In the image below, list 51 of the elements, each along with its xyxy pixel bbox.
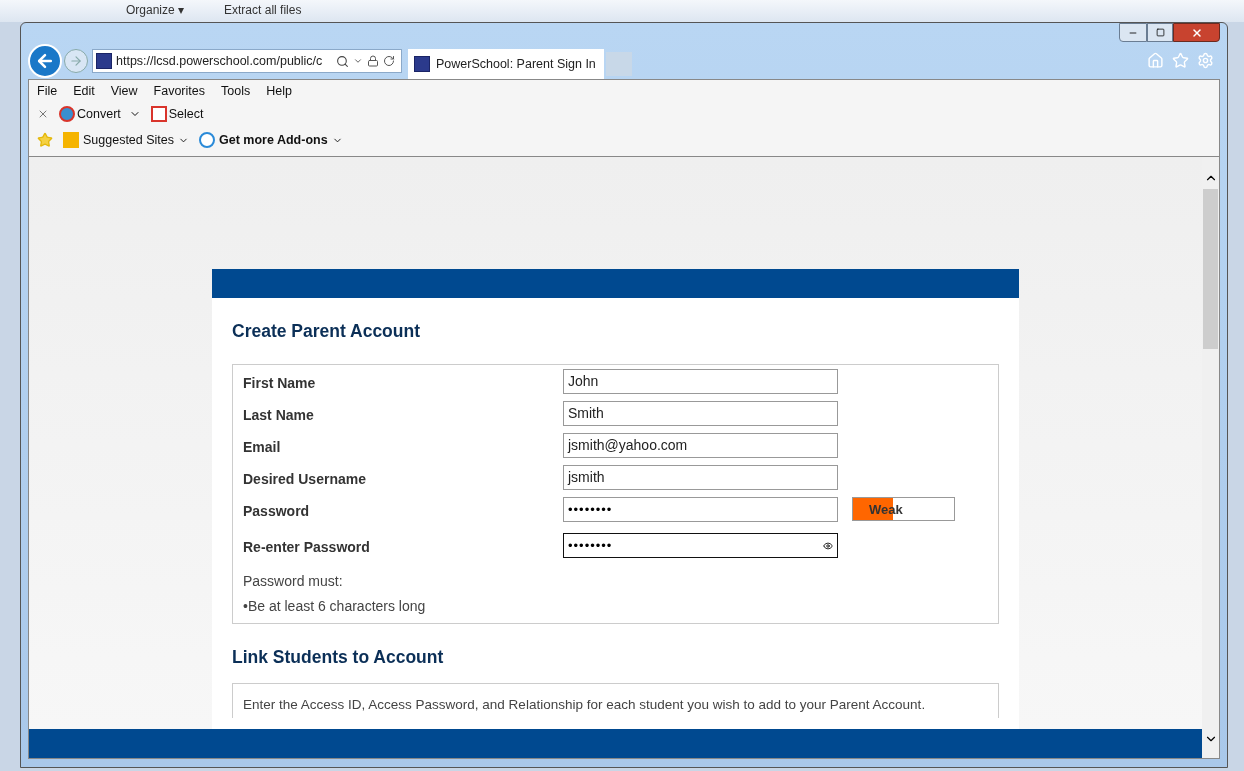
menu-item[interactable]: Tools: [221, 81, 251, 101]
text-input[interactable]: ••••••••: [563, 497, 838, 523]
command-button[interactable]: Select: [150, 104, 204, 124]
menu-item[interactable]: View: [110, 81, 138, 101]
text-input[interactable]: Smith: [563, 401, 838, 427]
maximize-button[interactable]: [1147, 23, 1173, 42]
close-icon[interactable]: [37, 108, 49, 120]
field-label: Last Name: [243, 406, 315, 426]
rules-heading: Password must:: [243, 572, 344, 592]
field-label: Desired Username: [243, 470, 367, 490]
section-heading: Link Students to Account: [232, 646, 445, 670]
command-button[interactable]: Convert: [59, 104, 141, 124]
forward-arrow-icon: [69, 54, 83, 68]
favorites-star-icon[interactable]: [1172, 52, 1189, 69]
scrollbar-thumb[interactable]: [1203, 189, 1218, 349]
text-input[interactable]: jsmith: [563, 465, 838, 491]
favorites-bar-link[interactable]: Get more Add-ons: [199, 130, 343, 150]
menu-item[interactable]: Help: [266, 81, 292, 101]
site-logo-icon: [414, 56, 430, 72]
text-input[interactable]: John: [563, 369, 838, 395]
menu-item[interactable]: Edit: [73, 81, 95, 101]
minimize-button[interactable]: [1119, 23, 1147, 42]
maximize-icon: [1155, 28, 1165, 37]
menu-item[interactable]: File: [37, 81, 58, 101]
menu-item[interactable]: Favorites: [153, 81, 205, 101]
reveal-password-icon[interactable]: [823, 540, 833, 551]
password-rule: •Be at least 6 characters long: [243, 597, 427, 617]
explorer-toolbar-item[interactable]: Organize ▾: [126, 2, 185, 18]
close-icon: [1190, 26, 1203, 39]
field-label: Email: [243, 438, 282, 458]
section-heading: Create Parent Account: [232, 320, 421, 343]
site-logo-icon: [96, 53, 112, 69]
field-label: First Name: [243, 374, 317, 394]
text-input[interactable]: jsmith@yahoo.com: [563, 433, 838, 459]
address-bar[interactable]: https://lcsd.powerschool.com/public/c: [92, 49, 402, 73]
bing-icon: [63, 132, 79, 148]
text-input[interactable]: ••••••••: [563, 533, 838, 559]
refresh-icon[interactable]: [383, 55, 395, 67]
back-button[interactable]: [28, 44, 62, 78]
explorer-toolbar-item[interactable]: Extract all files: [224, 2, 302, 18]
add-favorite-star-icon[interactable]: [37, 132, 53, 148]
dropdown-caret-icon[interactable]: [353, 56, 363, 66]
field-label: Password: [243, 502, 311, 522]
favorites-bar-link[interactable]: Suggested Sites: [63, 130, 190, 150]
forward-button[interactable]: [64, 49, 88, 73]
lock-icon: [367, 55, 379, 67]
search-icon[interactable]: [336, 54, 349, 68]
instruction-text: Enter the Access ID, Access Password, and Relationship for each student you wish to add to your Parent Account.: [243, 696, 926, 712]
browser-tab[interactable]: PowerSchool: Parent Sign In: [408, 49, 604, 79]
close-button[interactable]: [1173, 23, 1220, 42]
field-label: Re-enter Password: [243, 538, 371, 558]
